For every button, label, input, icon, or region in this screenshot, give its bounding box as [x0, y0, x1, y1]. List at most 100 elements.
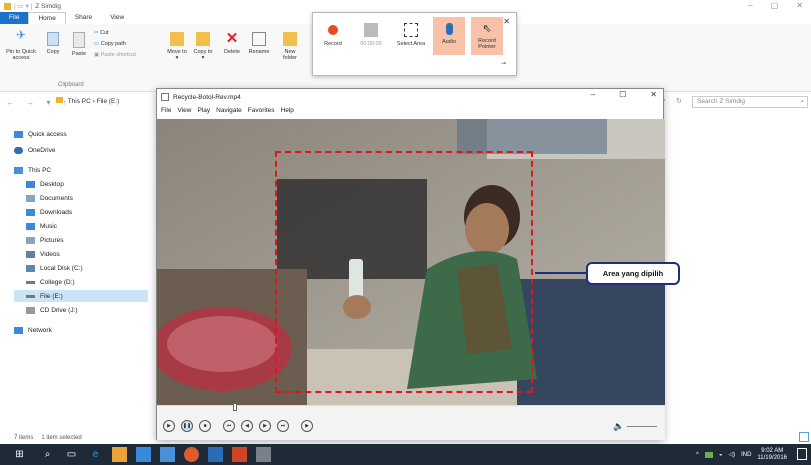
tab-file[interactable]: File	[0, 12, 29, 24]
copy-path-button[interactable]: ▭ Copy path	[94, 41, 126, 47]
media-player-icon[interactable]	[256, 447, 271, 462]
stop-recording-button[interactable]: 00:00:00	[355, 23, 387, 47]
sidebar-item-pictures[interactable]: Pictures	[26, 234, 63, 246]
sidebar-item-onedrive[interactable]: OneDrive	[14, 144, 55, 156]
close-icon[interactable]: ✕	[650, 90, 657, 99]
cut-label: Cut	[100, 30, 109, 36]
new-folder-button[interactable]: New folder	[278, 32, 302, 61]
sidebar-item-music[interactable]: Music	[26, 220, 57, 232]
new-folder-label: New folder	[283, 49, 297, 61]
edge-icon[interactable]: e	[88, 447, 103, 462]
notification-icon[interactable]	[797, 448, 807, 460]
minimize-icon[interactable]: –	[748, 1, 752, 10]
sidebar-item-downloads[interactable]: Downloads	[26, 206, 72, 218]
wifi-icon[interactable]: ◒	[719, 452, 723, 458]
quick-access-toolbar[interactable]: | ▭ ▾ |	[14, 2, 32, 10]
sidebar-item-desktop[interactable]: Desktop	[26, 178, 64, 190]
app-icon[interactable]	[160, 447, 175, 462]
app-icon[interactable]	[112, 447, 127, 462]
move-to-button[interactable]: Move to ▾	[166, 32, 188, 61]
pin-quick-access-button[interactable]: ✈ Pin to Quick access	[4, 29, 38, 61]
sidebar-item-college[interactable]: College (D:)	[26, 276, 75, 288]
battery-icon[interactable]	[704, 451, 713, 458]
tab-share[interactable]: Share	[66, 12, 101, 24]
seek-thumb[interactable]	[233, 403, 237, 411]
chevron-up-icon[interactable]: ^	[696, 452, 699, 458]
play-icon[interactable]: ▶	[163, 420, 175, 432]
chrome-icon[interactable]	[184, 447, 199, 462]
sidebar-label: This PC	[28, 166, 52, 174]
drive-icon	[26, 280, 35, 284]
menu-help[interactable]: Help	[281, 107, 294, 114]
cut-button[interactable]: ✂ Cut	[94, 30, 109, 36]
tab-home[interactable]: Home	[28, 12, 66, 24]
pin-icon[interactable]: ⊸	[501, 60, 506, 67]
minimize-icon[interactable]: –	[591, 90, 595, 99]
powerpoint-icon[interactable]	[232, 447, 247, 462]
menu-favorites[interactable]: Favorites	[248, 107, 275, 114]
sidebar-label: Network	[28, 326, 52, 334]
paste-shortcut-icon: ▣	[94, 52, 100, 58]
audio-button[interactable]: Audio	[433, 17, 465, 55]
volume-icon[interactable]: ◁)	[728, 451, 735, 458]
breadcrumb[interactable]: This PC › File (E:)	[56, 96, 156, 108]
copy-button[interactable]: Copy	[42, 32, 64, 55]
stop-icon[interactable]: ■	[199, 420, 211, 432]
delete-button[interactable]: ✕ Delete	[220, 31, 244, 55]
previous-icon[interactable]: ⏮	[223, 420, 235, 432]
word-icon[interactable]	[208, 447, 223, 462]
maximize-icon[interactable]: ☐	[619, 90, 626, 99]
next-icon[interactable]: ⏭	[277, 420, 289, 432]
windows-start-icon[interactable]: ⊞	[12, 447, 27, 462]
delete-label: Delete	[224, 49, 240, 55]
copy-to-button[interactable]: Copy to ▾	[192, 32, 214, 61]
volume-slider[interactable]	[627, 426, 657, 427]
close-icon[interactable]: ✕	[796, 1, 803, 10]
maximize-icon[interactable]: ▢	[771, 1, 779, 10]
sidebar-item-network[interactable]: Network	[14, 324, 52, 336]
player-menu-bar: File View Play Navigate Favorites Help	[161, 107, 294, 114]
search-placeholder: Search Z Simdig	[697, 98, 746, 105]
sidebar-item-file-e[interactable]: File (E:)	[14, 290, 148, 302]
sidebar-item-videos[interactable]: Videos	[26, 248, 60, 260]
select-area-button[interactable]: Select Area	[395, 23, 427, 47]
menu-view[interactable]: View	[177, 107, 191, 114]
record-button[interactable]: Record	[317, 23, 349, 47]
language-indicator[interactable]: IND	[741, 452, 751, 458]
refresh-icon[interactable]: ↻	[676, 97, 682, 105]
fast-forward-icon[interactable]: ▶	[259, 420, 271, 432]
step-icon[interactable]: ▶	[301, 420, 313, 432]
sidebar-item-quick-access[interactable]: Quick access	[14, 128, 67, 140]
paste-shortcut-button[interactable]: ▣ Paste shortcut	[94, 52, 136, 58]
rename-button[interactable]: Rename	[246, 32, 272, 55]
pause-icon[interactable]: ❚❚	[181, 420, 193, 432]
sidebar-item-this-pc[interactable]: This PC	[14, 164, 51, 176]
close-icon[interactable]: ✕	[503, 17, 510, 26]
rename-icon	[252, 32, 266, 46]
record-pointer-button[interactable]: ⇖ Record Pointer	[471, 17, 503, 55]
search-icon[interactable]: ⌕	[40, 447, 55, 462]
drive-icon	[26, 294, 35, 298]
clock[interactable]: 9:02 AM 11/19/2016	[757, 448, 787, 462]
task-view-icon[interactable]: ▭	[64, 447, 79, 462]
rewind-icon[interactable]: ◀	[241, 420, 253, 432]
volume-icon[interactable]: 🔈	[613, 421, 624, 432]
search-input[interactable]: Search Z Simdig ⌕	[692, 96, 808, 108]
sidebar-item-cd-drive[interactable]: CD Drive (J:)	[26, 304, 78, 316]
network-icon	[14, 326, 23, 334]
sidebar-item-documents[interactable]: Documents	[26, 192, 73, 204]
details-view-icon[interactable]	[799, 432, 809, 442]
sidebar-item-local-disk[interactable]: Local Disk (C:)	[26, 262, 83, 274]
app-icon[interactable]	[136, 447, 151, 462]
scissors-icon: ✂	[94, 30, 99, 36]
paste-button[interactable]: Paste	[68, 32, 90, 57]
window-title: Z Simdig	[35, 2, 61, 10]
menu-play[interactable]: Play	[197, 107, 210, 114]
desktop-icon	[26, 180, 35, 188]
tab-view[interactable]: View	[101, 12, 133, 24]
menu-navigate[interactable]: Navigate	[216, 107, 242, 114]
callout-arrow	[535, 272, 589, 274]
sidebar-label: College (D:)	[40, 278, 75, 286]
menu-file[interactable]: File	[161, 107, 171, 114]
sidebar-label: OneDrive	[28, 146, 56, 154]
